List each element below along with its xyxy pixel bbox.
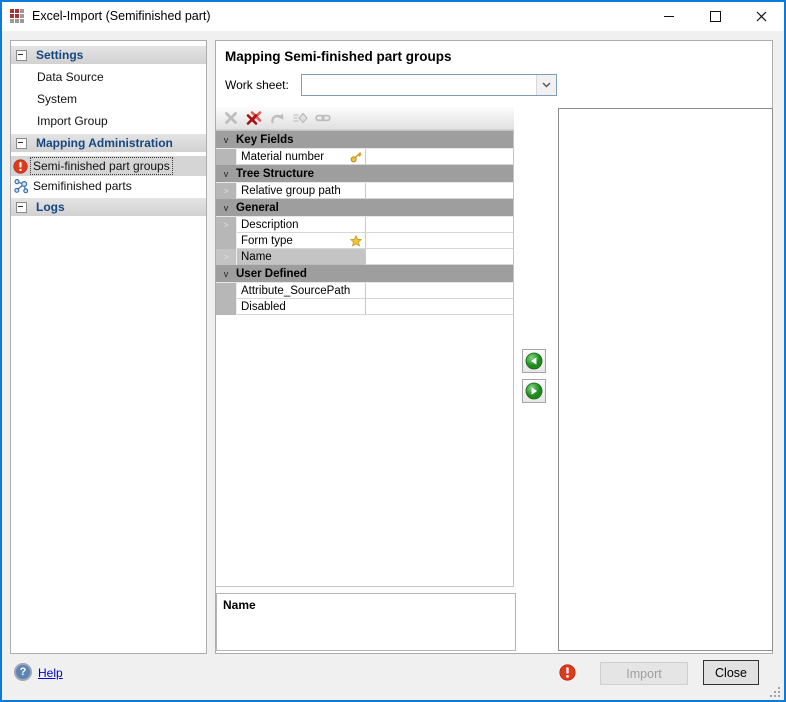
group-header-user-defined[interactable]: v User Defined — [216, 265, 513, 283]
help-link[interactable]: Help — [38, 666, 63, 680]
mapping-value-cell[interactable] — [365, 149, 513, 165]
collapse-icon[interactable] — [16, 138, 27, 149]
delete-all-icon[interactable] — [246, 110, 262, 126]
maximize-button[interactable] — [692, 2, 738, 31]
close-icon — [756, 11, 767, 22]
worksheet-combobox[interactable] — [301, 74, 557, 96]
row-chevron-icon: > — [223, 186, 228, 196]
table-row-name[interactable]: > Name — [216, 249, 513, 265]
name-box: Name — [216, 593, 516, 651]
mapping-value-cell[interactable] — [365, 183, 513, 199]
table-row-attribute-sourcepath[interactable]: Attribute_SourcePath — [216, 283, 513, 299]
group-header-general[interactable]: v General — [216, 199, 513, 217]
worksheet-label: Work sheet: — [225, 78, 289, 92]
collapse-icon[interactable] — [16, 202, 27, 213]
worksheet-value — [302, 75, 536, 95]
move-right-button[interactable] — [522, 379, 546, 403]
minimize-icon — [664, 16, 674, 17]
close-button[interactable]: Close — [703, 660, 759, 685]
page-title: Mapping Semi-finished part groups — [225, 49, 452, 64]
sidebar-item-data-source[interactable]: Data Source — [11, 66, 206, 88]
mapping-table: v Key Fields Material number v Tree Stru… — [216, 130, 514, 587]
table-row-form-type[interactable]: Form type — [216, 233, 513, 249]
row-chevron-icon: > — [223, 220, 228, 230]
table-row-relative-group-path[interactable]: > Relative group path — [216, 183, 513, 199]
link-icon[interactable] — [315, 110, 331, 126]
sidebar-section-logs[interactable]: Logs — [11, 198, 206, 216]
chevron-down-icon — [542, 82, 551, 88]
arrow-left-icon — [525, 352, 543, 370]
table-row-material-number[interactable]: Material number — [216, 149, 513, 165]
help-icon: ? — [14, 663, 32, 681]
move-left-button[interactable] — [522, 349, 546, 373]
sidebar-section-settings[interactable]: Settings — [11, 46, 206, 64]
group-header-key-fields[interactable]: v Key Fields — [216, 131, 513, 149]
table-row-description[interactable]: > Description — [216, 217, 513, 233]
collapse-icon[interactable] — [16, 50, 27, 61]
molecule-icon — [13, 178, 29, 194]
main-panel: Mapping Semi-finished part groups Work s… — [215, 40, 773, 654]
automap-icon[interactable] — [292, 110, 308, 126]
error-icon — [13, 159, 28, 174]
sidebar-section-mapping-administration[interactable]: Mapping Administration — [11, 134, 206, 152]
source-columns-list[interactable] — [558, 108, 773, 651]
chevron-down-icon: v — [216, 203, 236, 213]
group-header-tree-structure[interactable]: v Tree Structure — [216, 165, 513, 183]
import-button[interactable]: Import — [600, 662, 688, 685]
arrow-right-icon — [525, 382, 543, 400]
sidebar-item-semifinished-parts[interactable]: Semifinished parts — [11, 176, 206, 196]
resize-grip[interactable] — [769, 686, 781, 698]
chevron-down-icon: v — [216, 135, 236, 145]
mapping-value-cell[interactable] — [365, 283, 513, 299]
sidebar: Settings Data Source System Import Group… — [10, 40, 207, 654]
sidebar-item-semi-finished-part-groups[interactable]: Semi-finished part groups — [11, 156, 206, 176]
delete-icon[interactable] — [223, 110, 239, 126]
key-icon — [350, 151, 362, 163]
mapping-value-cell[interactable] — [365, 233, 513, 249]
row-chevron-icon: > — [223, 252, 228, 262]
table-row-disabled[interactable]: Disabled — [216, 299, 513, 315]
chevron-down-icon: v — [216, 169, 236, 179]
close-window-button[interactable] — [738, 2, 784, 31]
mapping-value-cell[interactable] — [365, 299, 513, 315]
sidebar-item-import-group[interactable]: Import Group — [11, 110, 206, 132]
mapping-value-cell[interactable] — [365, 249, 513, 265]
minimize-button[interactable] — [646, 2, 692, 31]
undo-icon[interactable] — [269, 110, 285, 126]
star-icon — [350, 235, 362, 247]
import-error-icon — [559, 664, 576, 681]
mapping-toolbar — [216, 107, 514, 130]
maximize-icon — [710, 11, 721, 22]
chevron-down-icon: v — [216, 269, 236, 279]
combobox-dropdown-button[interactable] — [536, 75, 556, 95]
name-box-label: Name — [223, 598, 509, 612]
excel-import-window: Excel-Import (Semifinished part) Setting… — [0, 0, 786, 702]
app-icon — [10, 9, 25, 24]
window-title: Excel-Import (Semifinished part) — [32, 2, 211, 31]
title-bar: Excel-Import (Semifinished part) — [2, 2, 784, 31]
sidebar-item-system[interactable]: System — [11, 88, 206, 110]
mapping-value-cell[interactable] — [365, 217, 513, 233]
